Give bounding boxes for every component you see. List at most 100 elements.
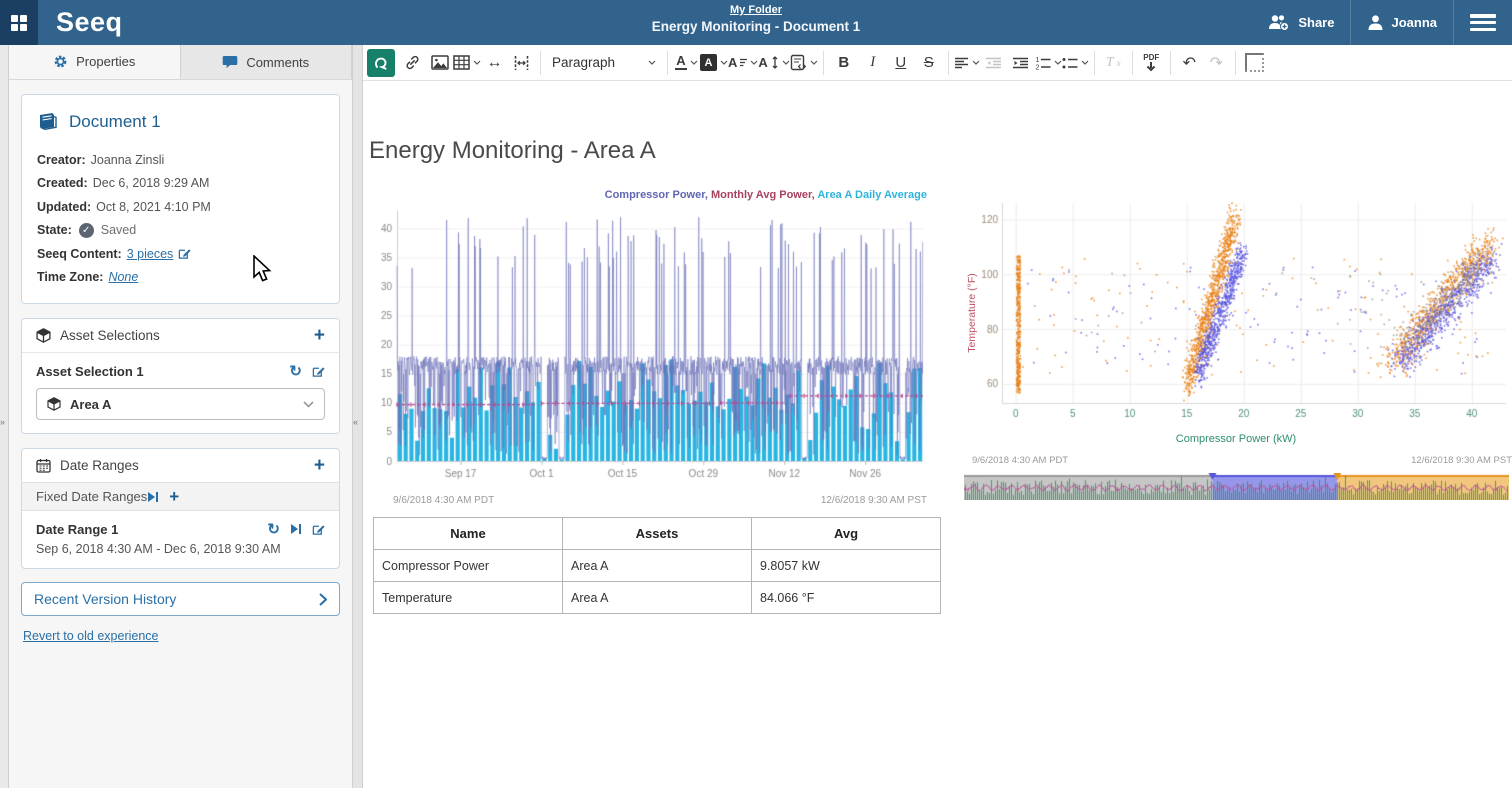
insert-table-button[interactable]: [453, 49, 481, 77]
table-column-header: Name: [374, 518, 563, 550]
document-editor[interactable]: Energy Monitoring - Area A Compressor Po…: [362, 81, 1512, 788]
add-fixed-date-range-button[interactable]: +: [169, 490, 179, 504]
seeq-content-properties-button[interactable]: [790, 49, 818, 77]
undo-button[interactable]: ↶: [1176, 49, 1203, 77]
chart-legend-item[interactable]: Area A Daily Average: [817, 189, 927, 201]
chart-legend: Compressor Power, Monthly Avg Power, Are…: [605, 189, 927, 201]
paragraph-style-label: Paragraph: [552, 55, 615, 70]
refresh-icon[interactable]: ↻: [289, 362, 302, 380]
expand-right-icon[interactable]: »: [0, 417, 5, 427]
fixed-date-ranges-label: Fixed Date Ranges: [36, 489, 147, 504]
resize-width-button[interactable]: ↔: [481, 49, 508, 77]
temperature-scatter-chart[interactable]: Temperature (°F) Compressor Power (kW) 9…: [958, 189, 1512, 545]
share-icon: [1267, 14, 1291, 31]
font-size-button[interactable]: A: [728, 49, 758, 77]
document-properties-card: Document 1 Creator: Joanna Zinsli Create…: [21, 94, 340, 304]
bold-button[interactable]: B: [829, 49, 859, 77]
user-menu[interactable]: Joanna: [1351, 0, 1453, 45]
date-range-value: Sep 6, 2018 4:30 AM - Dec 6, 2018 9:30 A…: [36, 542, 325, 556]
sidebar-splitter[interactable]: «: [352, 45, 363, 788]
background-color-button[interactable]: A: [700, 49, 728, 77]
italic-button[interactable]: I: [859, 49, 887, 77]
edit-icon[interactable]: [312, 523, 325, 536]
summary-table: NameAssetsAvg Compressor PowerArea A9.80…: [373, 517, 941, 614]
line-spacing-button[interactable]: A: [758, 49, 789, 77]
insert-seeq-content-button[interactable]: [367, 49, 395, 77]
clear-formatting-label: T: [1106, 55, 1114, 71]
redo-button[interactable]: ↷: [1203, 49, 1230, 77]
collapse-left-icon[interactable]: «: [353, 417, 358, 427]
edit-icon[interactable]: [178, 247, 191, 260]
step-forward-icon[interactable]: [147, 491, 159, 503]
apps-menu-button[interactable]: [0, 0, 38, 45]
check-circle-icon: ✓: [79, 223, 94, 238]
toolbar-divider: [948, 51, 949, 75]
user-icon: [1367, 14, 1384, 31]
asset-selector-dropdown[interactable]: Area A: [36, 388, 325, 420]
add-asset-selection-button[interactable]: +: [314, 329, 325, 343]
chevron-down-icon: [782, 60, 790, 65]
document-heading[interactable]: Energy Monitoring - Area A: [369, 137, 656, 165]
export-pdf-button[interactable]: PDF: [1138, 49, 1165, 77]
underline-button[interactable]: U: [887, 49, 915, 77]
calendar-icon: [36, 458, 51, 473]
asset-selections-title: Asset Selections: [60, 328, 305, 343]
fixed-width-button[interactable]: [508, 49, 535, 77]
seeq-logo[interactable]: Seeq: [56, 7, 123, 38]
ordered-list-button[interactable]: 12: [1035, 49, 1062, 77]
user-name: Joanna: [1391, 15, 1437, 30]
share-button[interactable]: Share: [1251, 0, 1350, 45]
chevron-down-icon: [648, 60, 656, 65]
timeline-strip-canvas: [964, 473, 1509, 500]
clear-formatting-sub: x: [1117, 58, 1121, 68]
table-column-header: Assets: [563, 518, 752, 550]
add-date-range-button[interactable]: +: [314, 459, 325, 473]
font-color-button[interactable]: A: [673, 49, 700, 77]
timezone-link[interactable]: None: [108, 270, 138, 284]
document-icon: [37, 112, 59, 132]
paragraph-style-select[interactable]: Paragraph: [546, 49, 662, 77]
toolbar-divider: [1235, 51, 1236, 75]
recent-version-history-button[interactable]: Recent Version History: [21, 582, 340, 616]
insert-link-button[interactable]: [399, 49, 426, 77]
outdent-button[interactable]: [981, 49, 1008, 77]
bar-line-chart-canvas: [371, 203, 929, 493]
page-margins-button[interactable]: [1241, 49, 1268, 77]
chart-legend-item[interactable]: Compressor Power,: [605, 189, 711, 201]
tab-properties[interactable]: Properties: [9, 45, 181, 79]
toolbar-divider: [1094, 51, 1095, 75]
table-cell: 84.066 °F: [752, 582, 941, 614]
cube-icon: [36, 328, 51, 343]
clear-formatting-button[interactable]: Tx: [1100, 49, 1127, 77]
field-value: Joanna Zinsli: [91, 153, 165, 167]
power-trend-chart[interactable]: Compressor Power, Monthly Avg Power, Are…: [371, 189, 933, 519]
field-label: Updated:: [37, 200, 91, 214]
insert-image-button[interactable]: [426, 49, 453, 77]
cube-icon: [47, 397, 61, 411]
chart-legend-item[interactable]: Monthly Avg Power,: [711, 189, 817, 201]
strikethrough-button[interactable]: S: [915, 49, 943, 77]
chevron-down-icon: [750, 60, 758, 65]
asset-selection-name: Asset Selection 1: [36, 364, 289, 379]
step-forward-icon[interactable]: [290, 523, 302, 535]
date-range-name: Date Range 1: [36, 522, 267, 537]
seeq-content-link[interactable]: 3 pieces: [127, 247, 174, 261]
svg-text:1: 1: [1035, 57, 1039, 64]
breadcrumb[interactable]: My Folder: [652, 4, 861, 16]
refresh-icon[interactable]: ↻: [267, 520, 280, 538]
left-collapse-rail[interactable]: »: [0, 45, 9, 788]
revert-old-experience-link[interactable]: Revert to old experience: [23, 629, 159, 643]
field-value: Dec 6, 2018 9:29 AM: [93, 176, 210, 190]
table-column-header: Avg: [752, 518, 941, 550]
align-button[interactable]: [954, 49, 981, 77]
properties-sidebar: Properties Comments Document 1 Creator: …: [9, 45, 352, 788]
tab-comments[interactable]: Comments: [181, 45, 353, 79]
indent-button[interactable]: [1008, 49, 1035, 77]
hamburger-menu-icon[interactable]: [1470, 14, 1496, 31]
chevron-down-icon: [972, 60, 980, 65]
bullet-list-button[interactable]: [1062, 49, 1089, 77]
status-badge: Saved: [101, 223, 136, 237]
download-arrow-icon: [1146, 62, 1156, 72]
edit-icon[interactable]: [312, 365, 325, 378]
table-cell: Area A: [563, 550, 752, 582]
